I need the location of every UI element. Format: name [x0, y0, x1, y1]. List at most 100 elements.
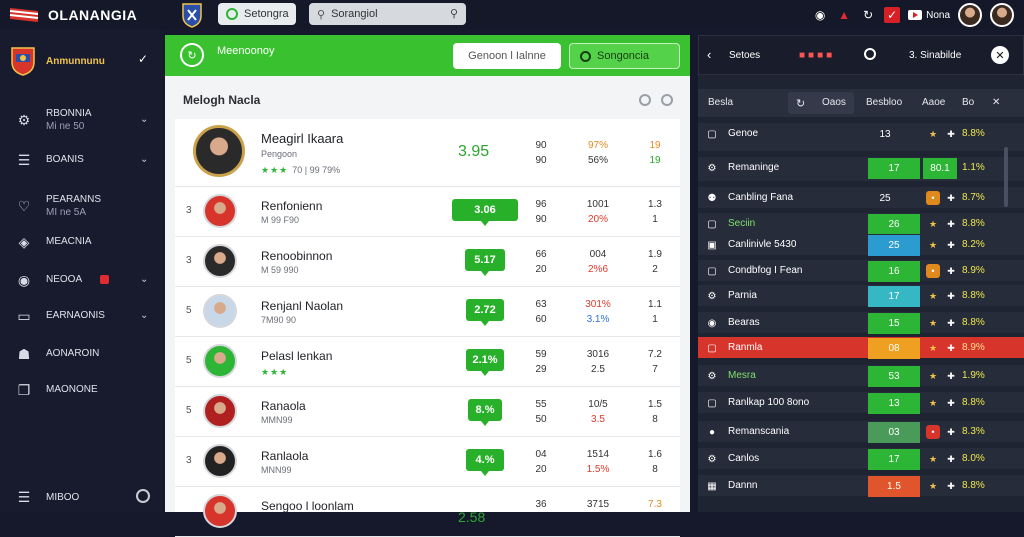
sidebar-item-rbonnia[interactable]: ⚙ RBONNIA Mi ne 50 ⌄ [0, 102, 163, 138]
table-row[interactable]: 3 Renoobinnon M 59 990 5.17 66 20 004 2%6 1.9 2 [175, 237, 680, 287]
stat-column-c3: 1.3 1 [647, 197, 663, 227]
score-badge[interactable]: 8.% [468, 399, 502, 426]
user-label[interactable]: Nona [926, 10, 950, 21]
stats-row[interactable]: ▢ Seciin 26 ★ ✚ 8.8% [698, 213, 1024, 236]
stats-row[interactable]: ◉ Bearas 15 ★ ✚ 8.8% [698, 312, 1024, 335]
stats-row[interactable]: ⚙ Remaninge 17 80.1 1.1% [698, 157, 1024, 183]
stat-value: 36 [535, 499, 547, 510]
gear-icon: ⚙ [17, 111, 31, 128]
tag-icon: ▢ [707, 128, 717, 140]
stats-value-box: 53 [868, 366, 920, 387]
sidebar-item-label-text: MAONONE [46, 384, 98, 395]
chevron-down-icon[interactable]: ⌄ [140, 154, 148, 165]
check-icon[interactable]: ✓ [138, 52, 148, 66]
info-icon[interactable] [136, 489, 150, 503]
score-badge[interactable]: 5.17 [465, 249, 505, 276]
table-row[interactable]: 5 Pelasl lenkan ★★★ 2.1% 59 29 3016 2.5 7.2 7 [175, 337, 680, 387]
score-badge[interactable]: 3.06 [452, 199, 518, 226]
stats-row-label: Genoe [728, 128, 759, 139]
avatar[interactable] [958, 3, 982, 27]
back-chevron-icon[interactable]: ‹ [707, 47, 711, 62]
refresh-icon[interactable]: ↻ [180, 43, 204, 67]
stats-percent: 8.7% [962, 192, 985, 203]
sidebar-footer[interactable]: ☰ MIBOO [0, 482, 163, 512]
sidebar-item-meacnia[interactable]: ◈ MEACNIA [0, 224, 163, 260]
main-panel: ↻ Meenoonoy Genoon l Ialnne Songoncia Me… [165, 35, 690, 537]
stats-percent: 8.8% [962, 480, 985, 491]
youtube-icon[interactable] [908, 10, 923, 20]
stat-column-c2: 004 2%6 [585, 247, 611, 277]
score-badge[interactable]: 2.1% [466, 349, 504, 376]
chevron-down-icon[interactable]: ⌄ [140, 114, 148, 125]
stat-value: 20 [535, 264, 547, 275]
chevron-down-icon[interactable]: ⌄ [140, 274, 148, 285]
table-row[interactable]: 5 Ranaola MMN99 8.% 55 50 10/5 3.5 1.5 8 [175, 387, 680, 437]
search-icon[interactable] [864, 48, 876, 60]
menu-icon[interactable]: ☰ [15, 488, 33, 506]
genoon-button[interactable]: Genoon l Ialnne [453, 43, 561, 69]
stats-row[interactable]: ▣ Canlinivle 5430 25 ★ ✚ 8.2% [698, 234, 1024, 257]
sidebar-header[interactable]: Anmunnunu ✓ [0, 30, 163, 88]
copy-icon: ❐ [17, 381, 31, 398]
stat-value: 8 [652, 464, 658, 475]
search-submit-icon[interactable]: ⚲ [450, 7, 458, 20]
tab-besbloo[interactable]: Besbloo [866, 97, 902, 108]
team-crest-icon[interactable] [180, 2, 204, 28]
stat-value: 59 [535, 349, 547, 360]
table-row[interactable]: Meagirl Ikaara Pengoon ★★★ 70 | 99 79% 3.95 9… [175, 119, 680, 187]
tab-oaos[interactable]: Oaos [822, 97, 846, 108]
panel-title: Meenoonoy [217, 45, 275, 57]
row-rank: 3 [186, 255, 192, 266]
score-badge[interactable]: 2.72 [466, 299, 504, 326]
stats-row[interactable]: ▢ Ranmla 08 ★ ✚ 8.9% [698, 337, 1024, 360]
filter-pill[interactable]: Setongra [218, 3, 296, 25]
stats-tabs: Besla ↻ Oaos Besbloo Aaoe Bo ✕ [698, 89, 1024, 117]
stats-row[interactable]: ▢ Ranlkap 100 8ono 13 ★ ✚ 8.8% [698, 392, 1024, 415]
tab-bo[interactable]: Bo [962, 97, 974, 108]
songoncia-button[interactable]: Songoncia [569, 43, 680, 69]
stats-percent: 8.8% [962, 218, 985, 229]
sidebar-item-label-text: PEARANNS [46, 194, 102, 205]
sidebar-item-label-text: EARNAONIS [46, 310, 105, 321]
settings-icon[interactable] [639, 94, 651, 106]
stats-row[interactable]: ⚙ Parnia 17 ★ ✚ 8.8% [698, 285, 1024, 308]
stats-value-box: 08 [868, 338, 920, 359]
stats-row[interactable]: ▦ Dannn 1.5 ★ ✚ 8.8% [698, 475, 1024, 498]
sidebar-item-maonone[interactable]: ❐ MAONONE [0, 372, 163, 408]
sidebar-item-neooa[interactable]: ◉ NEOOA ⌄ [0, 262, 163, 298]
stats-row[interactable]: ⚙ Mesra 53 ★ ✚ 1.9% [698, 365, 1024, 388]
avatar-secondary[interactable] [990, 3, 1014, 27]
status-flags-icon: ■■■■ [799, 50, 836, 61]
tab-besla[interactable]: Besla [708, 97, 733, 108]
refresh-icon[interactable] [661, 94, 673, 106]
refresh-icon[interactable]: ↻ [796, 97, 805, 110]
globe-icon[interactable]: ◉ [812, 7, 828, 23]
stats-row[interactable]: ● Remanscania 03 • ✚ 8.3% [698, 421, 1024, 444]
refresh-icon[interactable]: ↻ [860, 7, 876, 23]
sidebar-item-pearanns[interactable]: ♡ PEARANNS MI ne 5A [0, 188, 163, 224]
stats-row[interactable]: ▢ Condbfog I Fean 16 • ✚ 8.9% [698, 260, 1024, 283]
check-icon[interactable]: ✓ [884, 7, 901, 23]
notification-badge [100, 275, 109, 284]
sidebar-item-aonaroin[interactable]: ☗ AONAROIN [0, 336, 163, 372]
table-row[interactable]: 5 Renjanl Naolan 7M90 90 2.72 63 60 301% 3.1% 1.… [175, 287, 680, 337]
table-row[interactable]: Sengoo l loonlam 2.58 36 3715 7.3 [175, 487, 680, 537]
expand-icon[interactable]: ✕ [992, 97, 1000, 108]
scrollbar[interactable] [1004, 147, 1008, 207]
score-badge[interactable]: 4.% [466, 449, 504, 476]
sidebar-item-boanis[interactable]: ☰ BOANIS ⌄ [0, 142, 163, 178]
search-input[interactable]: ⚲ Sorangiol ⚲ [309, 3, 466, 25]
stats-row[interactable]: ⚉ Canbling Fana 25 • ✚ 8.7% [698, 187, 1024, 210]
table-row[interactable]: 3 Renfonienn M 99 F90 3.06 96 90 1001 20% 1.3 1 [175, 187, 680, 237]
sidebar-item-earnaonis[interactable]: ▭ EARNAONIS ⌄ [0, 298, 163, 334]
stat-column-c2: 97% 56% [585, 138, 611, 168]
tab-aaoe[interactable]: Aaoe [922, 97, 945, 108]
santa-hat-icon[interactable]: ▲ [836, 7, 852, 23]
stats-row[interactable]: ▢ Genoe 13 ★ ✚ 8.8% [698, 123, 1024, 153]
stats-row[interactable]: ⚙ Canlos 17 ★ ✚ 8.0% [698, 448, 1024, 471]
close-icon[interactable]: ✕ [991, 46, 1009, 64]
status-square-icon: • [926, 191, 940, 205]
chevron-down-icon[interactable]: ⌄ [140, 310, 148, 321]
table-row[interactable]: 3 Ranlaola MNN99 4.% 04 20 1514 1.5% 1.6 8 [175, 437, 680, 487]
stats-row-label: Remaninge [728, 162, 780, 173]
